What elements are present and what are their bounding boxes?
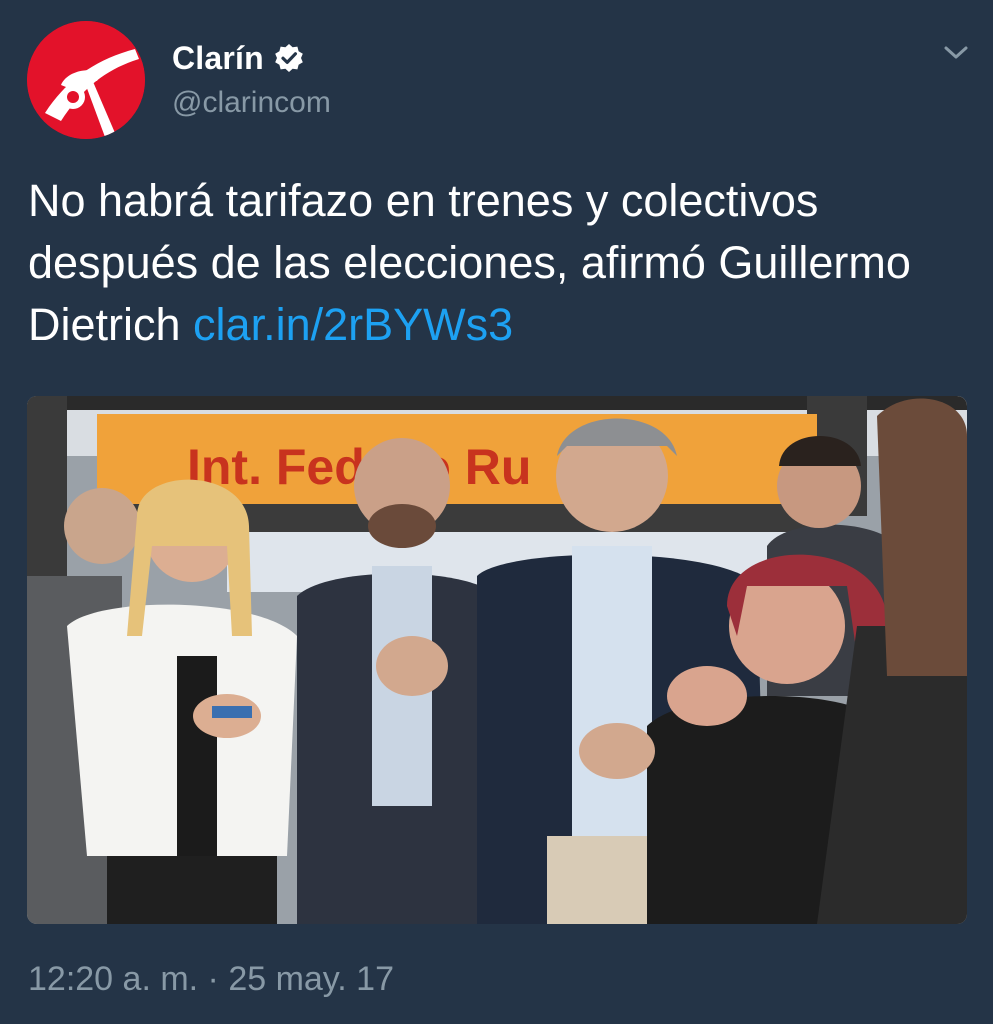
photo-scene: Int. Fed ico Ru [27,396,967,924]
tweet-text: No habrá tarifazo en trenes y colectivos… [28,170,948,356]
display-name[interactable]: Clarín [172,40,264,77]
tweet-link[interactable]: clar.in/2rBYWs3 [193,299,513,350]
chevron-down-icon[interactable] [941,40,971,66]
tweet-timestamp[interactable]: 12:20 a. m. · 25 may. 17 [28,960,394,999]
clarin-logo-avatar[interactable] [27,21,145,139]
user-handle[interactable]: @clarincom [172,86,331,120]
verified-badge-icon [275,44,303,72]
clarin-logo-icon [27,21,145,139]
tweet-card[interactable]: Clarín @clarincom No habrá tarifazo en t… [0,0,993,1024]
tweet-photo[interactable]: Int. Fed ico Ru [27,396,967,924]
